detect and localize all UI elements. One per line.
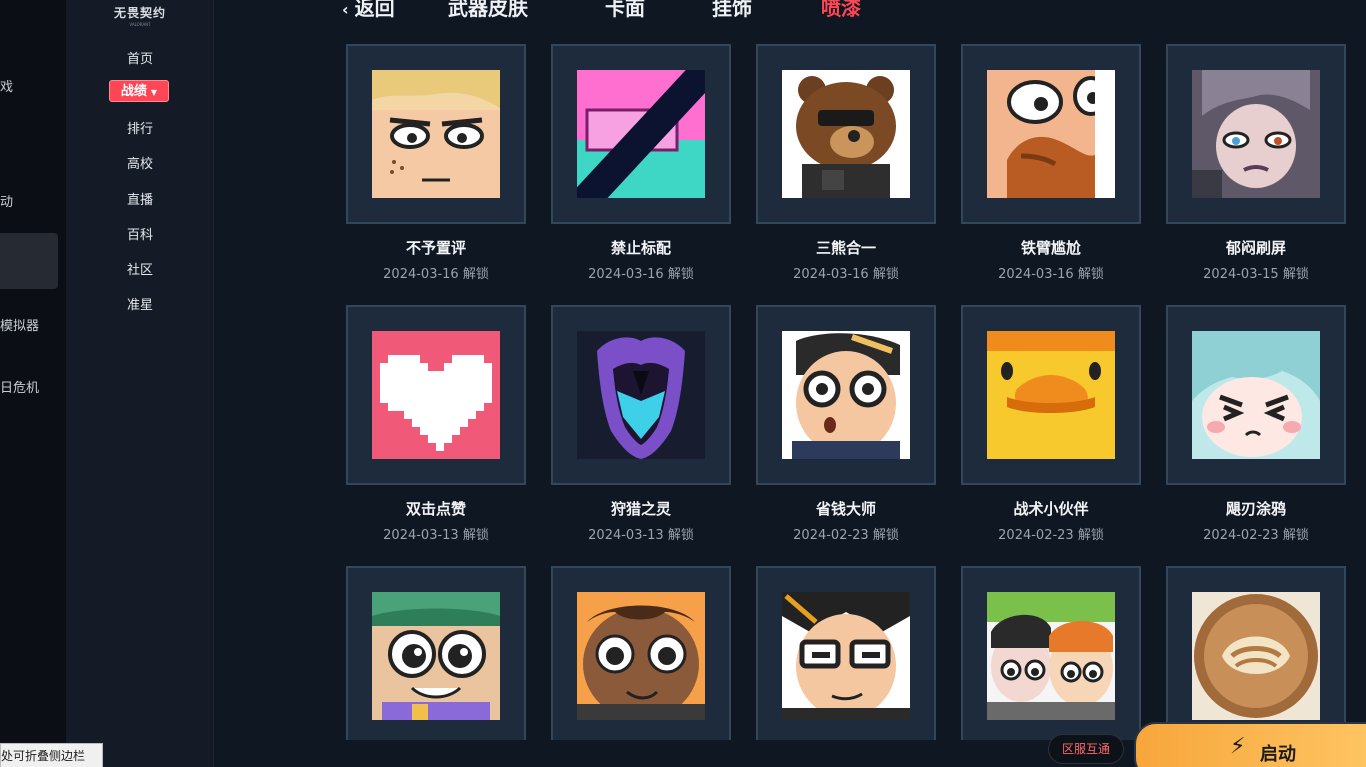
spray-frame[interactable] (1166, 566, 1346, 740)
launcher-item-crisis[interactable]: 日危机 (0, 377, 39, 396)
nav-college[interactable]: 高校 (66, 153, 214, 172)
back-label: 返回 (354, 0, 395, 20)
spray-name: 不予置评 (405, 239, 466, 257)
launcher-item-simulator[interactable]: 模拟器 (0, 315, 39, 334)
spray-name: 铁臂尴尬 (1020, 239, 1081, 257)
spray-name: 狩猎之灵 (610, 500, 671, 518)
spray-card[interactable] (1166, 566, 1346, 740)
spray-image-pixel-heart (372, 331, 500, 459)
nav-live[interactable]: 直播 (66, 189, 214, 208)
nav-community[interactable]: 社区 (66, 259, 214, 278)
tab-sprays[interactable]: 喷漆 (821, 0, 861, 21)
tab-weapon-skins[interactable]: 武器皮肤 (448, 0, 528, 21)
tab-charms[interactable]: 挂饰 (712, 0, 752, 21)
spray-grid: 不予置评 2024-03-16 解锁 禁止标配 2024-03-16 解锁 三熊合一 20… (346, 44, 1346, 740)
spray-card[interactable] (961, 566, 1141, 740)
spray-image-smug-glasses (782, 592, 910, 720)
spray-frame[interactable] (1166, 305, 1346, 485)
collapse-sidebar-tooltip: 处可折叠侧边栏 (0, 743, 103, 767)
launch-label: 启动 (1260, 744, 1296, 765)
spray-card[interactable] (346, 566, 526, 740)
spray-frame[interactable] (346, 305, 526, 485)
spray-frame[interactable] (961, 44, 1141, 224)
spray-frame[interactable] (346, 44, 526, 224)
spray-name: 双击点赞 (405, 500, 466, 518)
spray-card[interactable] (551, 566, 731, 740)
spray-frame[interactable] (756, 566, 936, 740)
nav-record-label: 战绩 (120, 84, 147, 99)
spray-unlock-date: 2024-03-16 解锁 (588, 267, 694, 282)
spray-image-glasses-guy (782, 331, 910, 459)
spray-image-duck (987, 331, 1115, 459)
launch-button[interactable]: ⚡ 启动 (1134, 722, 1366, 767)
spray-unlock-date: 2024-03-16 解锁 (998, 267, 1104, 282)
game-logo: 无畏契约 (113, 6, 166, 20)
spray-frame[interactable] (1166, 44, 1346, 224)
region-crossplay-button[interactable]: 区服互通 (1048, 734, 1124, 764)
spray-unlock-date: 2024-02-23 解锁 (1203, 528, 1309, 543)
launcher-sidebar: 戏 动 模拟器 日危机 (0, 0, 66, 767)
spray-frame[interactable] (551, 44, 731, 224)
spray-unlock-date: 2024-03-13 解锁 (588, 528, 694, 543)
spray-image-banned-gun (577, 70, 705, 198)
spray-image-spirit-mask (577, 331, 705, 459)
spray-image-duo (987, 592, 1115, 720)
spray-card[interactable]: 铁臂尴尬 2024-03-16 解锁 (961, 44, 1141, 282)
spray-card[interactable]: 飓刃涂鸦 2024-02-23 解锁 (1166, 305, 1346, 543)
spray-image-angry-girl (1192, 331, 1320, 459)
launcher-item-games[interactable]: 戏 (0, 76, 13, 95)
caret-down-icon: ▼ (150, 88, 158, 97)
spray-frame[interactable] (961, 305, 1141, 485)
spray-frame[interactable] (961, 566, 1141, 740)
main-content: ‹ 返回 武器皮肤 卡面 挂饰 喷漆 不予置评 2024-03-16 解锁 禁止标配 2… (215, 0, 1366, 767)
spray-frame[interactable] (551, 566, 731, 740)
game-logo-sub: VALORANT (129, 22, 151, 27)
spray-image-latte-art (1192, 592, 1320, 720)
spray-card[interactable]: 不予置评 2024-03-16 解锁 (346, 44, 526, 282)
spray-card[interactable]: 禁止标配 2024-03-16 解锁 (551, 44, 731, 282)
game-sidebar: 无畏契约 VALORANT 首页 战绩 ▼ 排行 高校 直播 百科 社区 准星 (66, 0, 214, 767)
spray-name: 三熊合一 (815, 239, 876, 257)
app-root: 戏 动 模拟器 日危机 无畏契约 VALORANT 首页 战绩 ▼ 排行 高校 直… (0, 0, 1366, 767)
spray-image-bear (782, 70, 910, 198)
spray-image-smiling-boy (577, 592, 705, 720)
nav-rank[interactable]: 排行 (66, 118, 214, 137)
spray-image-grumpy-girl (1192, 70, 1320, 198)
spray-card[interactable]: 三熊合一 2024-03-16 解锁 (756, 44, 936, 282)
spray-name: 飓刃涂鸦 (1225, 500, 1286, 518)
spray-card[interactable]: 狩猎之灵 2024-03-13 解锁 (551, 305, 731, 543)
spray-name: 郁闷刷屏 (1225, 239, 1286, 257)
launcher-item-events[interactable]: 动 (0, 191, 13, 210)
nav-wiki[interactable]: 百科 (66, 224, 214, 243)
spray-card[interactable]: 战术小伙伴 2024-02-23 解锁 (961, 305, 1141, 543)
spray-unlock-date: 2024-02-23 解锁 (793, 528, 899, 543)
nav-record[interactable]: 战绩 ▼ (109, 80, 169, 102)
nav-crosshair[interactable]: 准星 (66, 294, 214, 313)
spray-frame[interactable] (551, 305, 731, 485)
spray-name: 战术小伙伴 (1013, 500, 1089, 518)
spray-card[interactable]: 省钱大师 2024-02-23 解锁 (756, 305, 936, 543)
spray-frame[interactable] (346, 566, 526, 740)
spray-unlock-date: 2024-02-23 解锁 (998, 528, 1104, 543)
spray-image-bearded-man (987, 70, 1115, 198)
spray-unlock-date: 2024-03-16 解锁 (383, 267, 489, 282)
spray-unlock-date: 2024-03-13 解锁 (383, 528, 489, 543)
launcher-item-active[interactable] (0, 233, 58, 289)
spray-unlock-date: 2024-03-16 解锁 (793, 267, 899, 282)
lightning-icon: ⚡ (1230, 734, 1246, 759)
spray-card[interactable] (756, 566, 936, 740)
spray-card[interactable]: 郁闷刷屏 2024-03-15 解锁 (1166, 44, 1346, 282)
nav-home[interactable]: 首页 (66, 48, 214, 67)
back-button[interactable]: ‹ 返回 (342, 0, 395, 21)
chevron-left-icon: ‹ (342, 0, 349, 19)
spray-unlock-date: 2024-03-15 解锁 (1203, 267, 1309, 282)
spray-image-blond-boy (372, 70, 500, 198)
spray-card[interactable]: 双击点赞 2024-03-13 解锁 (346, 305, 526, 543)
spray-frame[interactable] (756, 44, 936, 224)
tab-cards[interactable]: 卡面 (605, 0, 645, 21)
spray-frame[interactable] (756, 305, 936, 485)
spray-name: 省钱大师 (815, 500, 876, 518)
spray-name: 禁止标配 (610, 239, 671, 257)
spray-image-glasses-girl (372, 592, 500, 720)
